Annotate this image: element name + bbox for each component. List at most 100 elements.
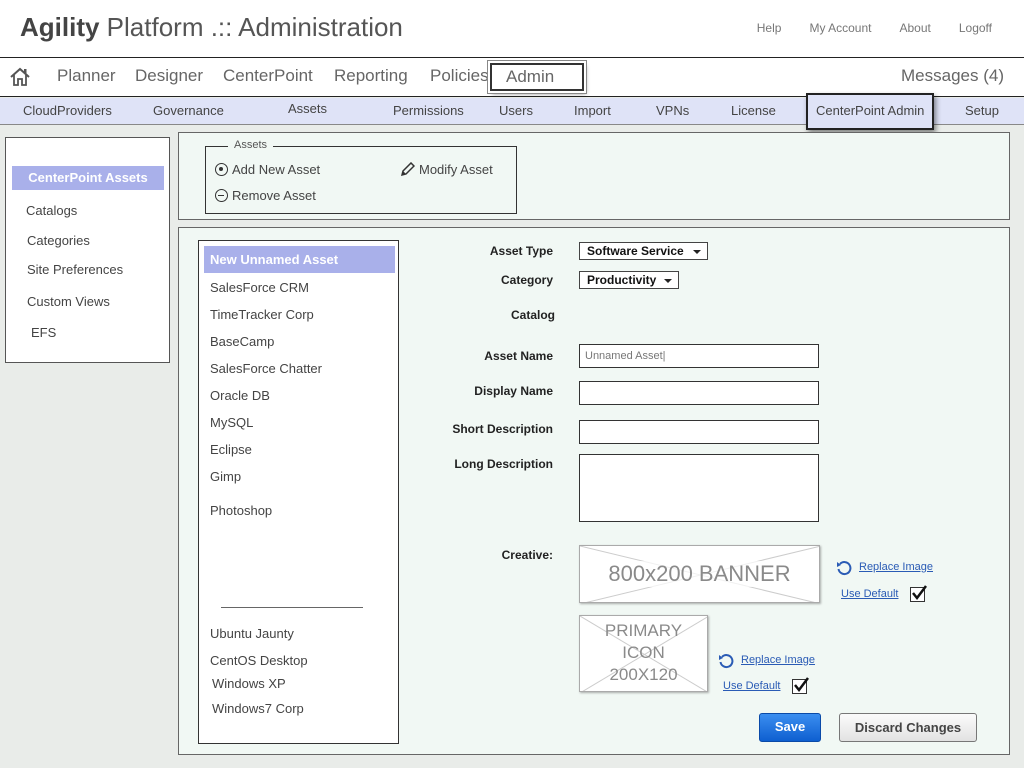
tab-assets[interactable]: Assets [288, 101, 327, 116]
asset-list[interactable]: New Unnamed Asset SalesForce CRM TimeTra… [198, 240, 399, 744]
catalog-label: Catalog [510, 308, 555, 322]
list-item[interactable]: Oracle DB [210, 388, 270, 403]
list-item[interactable]: Windows7 Corp [212, 701, 304, 716]
list-item[interactable]: BaseCamp [210, 334, 274, 349]
asset-name-label: Asset Name [484, 349, 553, 363]
tab-permissions[interactable]: Permissions [393, 103, 464, 118]
modify-asset-label: Modify Asset [419, 162, 493, 177]
long-description-label: Long Description [454, 457, 553, 471]
asset-type-select[interactable]: Software Service [579, 242, 708, 260]
tab-import[interactable]: Import [574, 103, 611, 118]
list-item[interactable]: MySQL [210, 415, 253, 430]
top-links: Help My Account About Logoff [729, 21, 992, 35]
nav-designer[interactable]: Designer [135, 66, 203, 86]
display-name-label: Display Name [474, 384, 553, 398]
tab-governance[interactable]: Governance [153, 103, 224, 118]
tab-users[interactable]: Users [499, 103, 533, 118]
messages-link[interactable]: Messages (4) [901, 66, 1004, 86]
app-title: Agility Platform .:: Administration [20, 12, 403, 43]
help-link[interactable]: Help [757, 21, 782, 35]
sidebar-item-custom-views[interactable]: Custom Views [27, 294, 110, 309]
category-select[interactable]: Productivity [579, 271, 679, 289]
tab-vpns[interactable]: VPNs [656, 103, 689, 118]
list-item[interactable]: Ubuntu Jaunty [210, 626, 294, 641]
nav-planner[interactable]: Planner [57, 66, 116, 86]
category-label: Category [500, 273, 553, 287]
sub-nav: CloudProviders Governance Assets Permiss… [0, 93, 1024, 130]
sidebar-item-categories[interactable]: Categories [27, 233, 90, 248]
nav-centerpoint[interactable]: CenterPoint [223, 66, 313, 86]
banner-image-placeholder: 800x200 BANNER [579, 545, 820, 603]
icon-image-placeholder: PRIMARY ICON 200X120 [579, 615, 708, 692]
checkmark-icon [912, 585, 927, 601]
actions-legend: Assets [228, 139, 274, 151]
logoff-link[interactable]: Logoff [959, 21, 992, 35]
main-nav: Planner Designer CenterPoint Reporting P… [0, 57, 1024, 97]
display-name-input[interactable] [579, 381, 819, 405]
tab-license[interactable]: License [731, 103, 776, 118]
icon-text-line: ICON [622, 643, 665, 662]
remove-asset-button[interactable]: Remove Asset [215, 188, 316, 203]
brand-name: Agility [20, 12, 100, 42]
assets-actions-panel: Assets Add New Asset Modify Asset Remove… [178, 132, 1010, 220]
nav-reporting[interactable]: Reporting [334, 66, 408, 86]
list-divider [221, 607, 363, 608]
icon-use-default-link[interactable]: Use Default [723, 680, 780, 692]
sidebar-item-site-preferences[interactable]: Site Preferences [27, 262, 123, 277]
list-item[interactable]: Windows XP [212, 676, 286, 691]
list-item[interactable]: Eclipse [210, 442, 252, 457]
my-account-link[interactable]: My Account [809, 21, 871, 35]
list-item[interactable]: Photoshop [210, 503, 272, 518]
replace-banner-image-link[interactable]: Replace Image [859, 561, 933, 573]
nav-policies[interactable]: Policies [430, 66, 489, 86]
creative-label: Creative: [501, 548, 553, 562]
asset-name-input[interactable] [579, 344, 819, 368]
list-item[interactable]: TimeTracker Corp [210, 307, 314, 322]
refresh-icon[interactable] [718, 653, 734, 669]
list-item[interactable]: SalesForce Chatter [210, 361, 322, 376]
add-asset-label: Add New Asset [232, 162, 321, 177]
banner-text: 800x200 BANNER [580, 561, 819, 587]
remove-circle-icon [215, 189, 228, 202]
tab-cloudproviders[interactable]: CloudProviders [23, 103, 112, 118]
list-item[interactable]: SalesForce CRM [210, 280, 309, 295]
asset-editor-panel: New Unnamed Asset SalesForce CRM TimeTra… [178, 227, 1010, 755]
banner-use-default-link[interactable]: Use Default [841, 588, 898, 600]
remove-asset-label: Remove Asset [232, 188, 316, 203]
assets-actions-group: Assets Add New Asset Modify Asset Remove… [205, 139, 517, 214]
tab-setup[interactable]: Setup [965, 103, 999, 118]
discard-changes-button[interactable]: Discard Changes [839, 713, 977, 742]
about-link[interactable]: About [899, 21, 930, 35]
list-item[interactable]: CentOS Desktop [210, 653, 308, 668]
pencil-icon [400, 162, 415, 177]
icon-text-line: 200X120 [609, 665, 678, 684]
refresh-icon[interactable] [836, 560, 852, 576]
chevron-down-icon [693, 250, 701, 254]
short-description-input[interactable] [579, 420, 819, 444]
sidebar-item-catalogs[interactable]: Catalogs [26, 203, 77, 218]
asset-type-value: Software Service [587, 244, 684, 258]
category-value: Productivity [587, 273, 657, 287]
replace-icon-image-link[interactable]: Replace Image [741, 654, 815, 666]
sidebar-title[interactable]: CenterPoint Assets [12, 166, 164, 190]
short-description-label: Short Description [452, 422, 553, 436]
sidebar-item-efs[interactable]: EFS [31, 325, 56, 340]
tab-centerpoint-admin[interactable]: CenterPoint Admin [806, 93, 935, 130]
list-item[interactable]: Gimp [210, 469, 241, 484]
asset-type-label: Asset Type [489, 244, 553, 258]
app-title-text: Platform .:: Administration [99, 12, 403, 42]
title-bar: Agility Platform .:: Administration Help… [0, 0, 1024, 57]
icon-text-line: PRIMARY [604, 621, 683, 640]
modify-asset-button[interactable]: Modify Asset [400, 162, 493, 177]
chevron-down-icon [664, 279, 672, 283]
home-icon[interactable] [9, 66, 31, 88]
icon-use-default-checkbox[interactable] [792, 677, 809, 694]
nav-admin[interactable]: Admin [490, 63, 584, 91]
icon-text: PRIMARY ICON 200X120 [580, 620, 707, 686]
long-description-textarea[interactable] [579, 454, 819, 522]
add-asset-button[interactable]: Add New Asset [215, 162, 320, 177]
save-button[interactable]: Save [759, 713, 821, 742]
list-item-selected[interactable]: New Unnamed Asset [204, 246, 395, 273]
checkmark-icon [794, 677, 809, 693]
banner-use-default-checkbox[interactable] [910, 585, 927, 602]
